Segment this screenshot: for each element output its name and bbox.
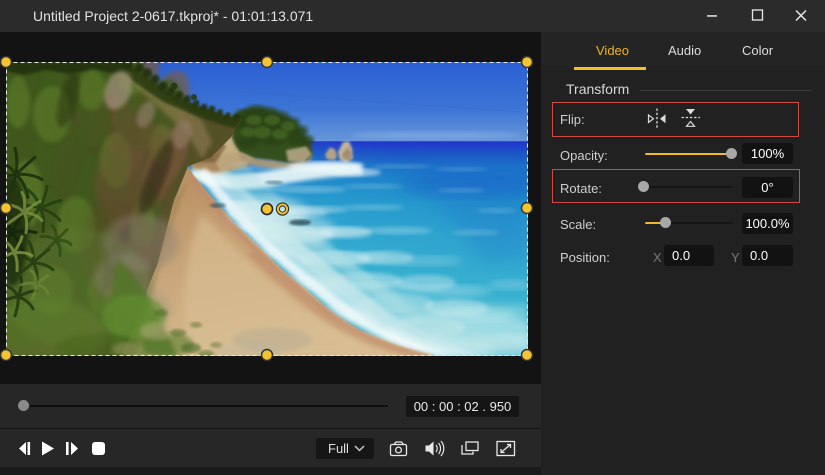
svg-text:Full: Full	[328, 441, 349, 456]
